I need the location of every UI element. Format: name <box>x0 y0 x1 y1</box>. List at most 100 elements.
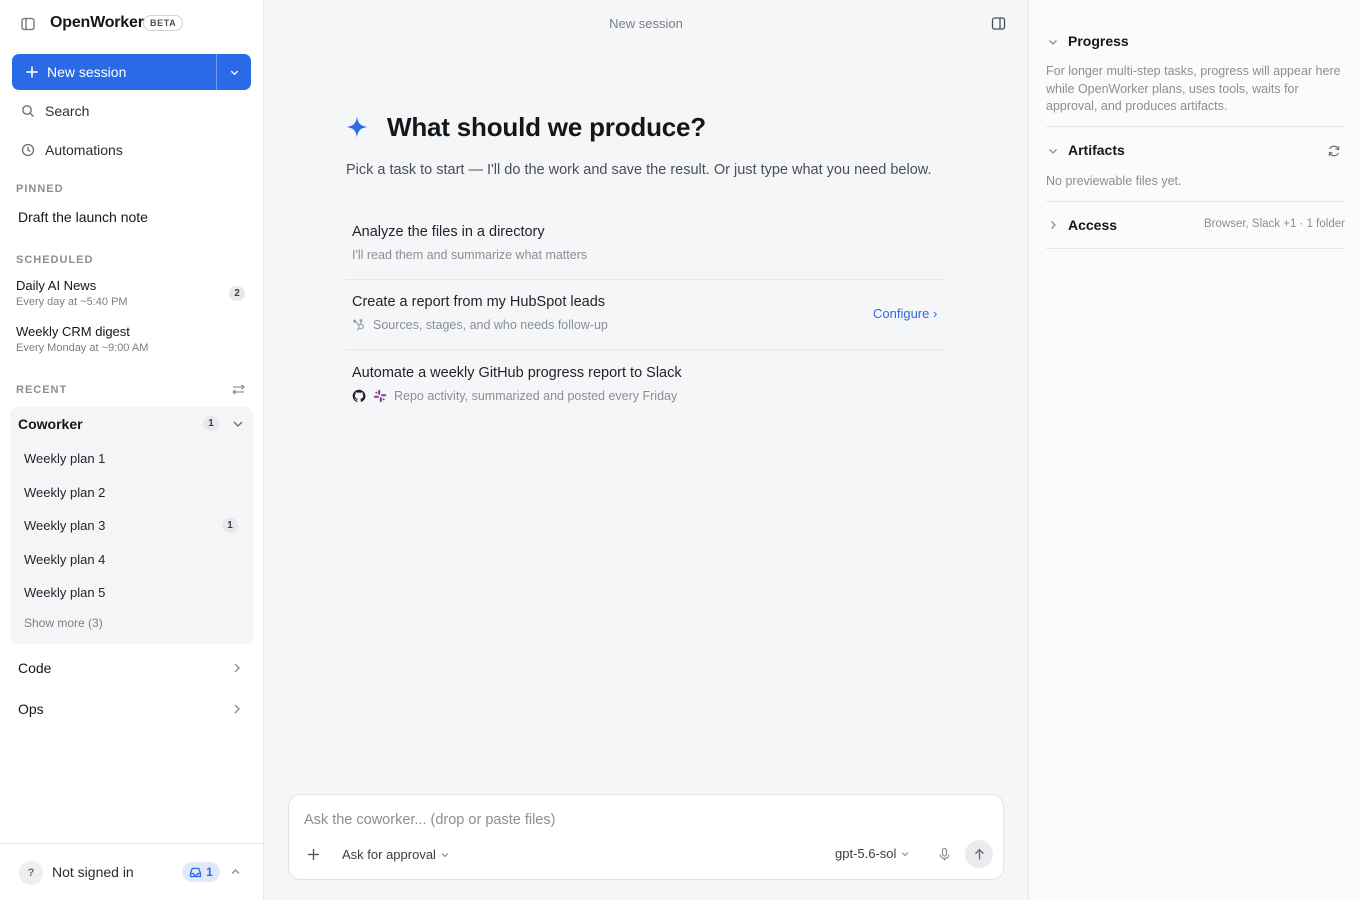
automations-nav[interactable]: Automations <box>12 135 251 165</box>
recent-item[interactable]: Weekly plan 1 <box>24 451 105 466</box>
add-attachment-icon[interactable] <box>306 847 321 862</box>
artifacts-empty-message: No previewable files yet. <box>1046 174 1182 188</box>
new-session-dropdown[interactable] <box>217 54 251 90</box>
filter-icon[interactable] <box>232 383 245 396</box>
task-suggestion[interactable]: Automate a weekly GitHub progress report… <box>346 351 946 413</box>
chevron-down-icon[interactable] <box>231 417 245 431</box>
hero-title: What should we produce? <box>387 112 706 142</box>
divider <box>1046 201 1345 202</box>
show-more-link[interactable]: Show more (3) <box>24 616 103 630</box>
chevron-right-icon <box>234 704 240 714</box>
send-button[interactable] <box>965 840 993 868</box>
hubspot-icon <box>352 319 364 331</box>
new-session-label: New session <box>47 64 127 80</box>
pinned-item[interactable]: Draft the launch note <box>18 209 148 225</box>
arrow-up-icon <box>974 848 984 859</box>
scheduled-schedule: Every day at ~5:40 PM <box>16 296 128 308</box>
chevron-down-icon[interactable] <box>1047 145 1059 157</box>
app-name: OpenWorker <box>50 14 144 31</box>
approval-mode-label: Ask for approval <box>342 847 436 862</box>
scheduled-schedule: Every Monday at ~9:00 AM <box>16 342 149 354</box>
new-session-button[interactable]: New session <box>12 54 217 90</box>
model-label: gpt-5.6-sol <box>835 846 897 861</box>
group-title: Code <box>18 660 52 676</box>
divider <box>1046 248 1345 249</box>
count-badge: 2 <box>229 286 245 301</box>
divider <box>1046 126 1345 127</box>
sparkle-icon <box>346 116 368 138</box>
search-icon <box>22 105 34 117</box>
sidebar-footer: ? Not signed in 1 <box>0 843 263 900</box>
chevron-right-icon <box>1051 221 1056 229</box>
task-suggestion[interactable]: Create a report from my HubSpot leads So… <box>346 280 946 350</box>
recent-item[interactable]: Weekly plan 3 <box>24 518 105 533</box>
inbox-count: 1 <box>206 865 213 879</box>
scheduled-heading: SCHEDULED <box>16 254 94 266</box>
github-icon <box>352 389 366 402</box>
task-title: Create a report from my HubSpot leads <box>352 294 606 310</box>
automations-label: Automations <box>45 142 123 158</box>
task-subtitle-text: Sources, stages, and who needs follow-up <box>373 318 608 332</box>
beta-badge: BETA <box>143 15 184 31</box>
account-status[interactable]: Not signed in <box>52 864 134 880</box>
count-badge: 1 <box>222 518 238 533</box>
chevron-up-icon[interactable] <box>229 865 242 878</box>
microphone-icon[interactable] <box>937 847 952 862</box>
inbox-button[interactable]: 1 <box>182 862 220 882</box>
task-subtitle: I'll read them and summarize what matter… <box>352 248 587 262</box>
task-suggestion[interactable]: Analyze the files in a directory I'll re… <box>346 210 946 280</box>
search-nav[interactable]: Search <box>12 96 251 126</box>
scheduled-item-weekly-crm-digest[interactable]: Weekly CRM digest Every Monday at ~9:00 … <box>16 324 248 354</box>
group-title: Ops <box>18 701 44 717</box>
chevron-down-icon[interactable] <box>1047 36 1059 48</box>
chevron-down-icon <box>901 851 909 856</box>
task-title: Analyze the files in a directory <box>352 224 545 240</box>
recent-group-ops[interactable]: Ops <box>10 693 253 725</box>
help-icon[interactable]: ? <box>19 861 43 885</box>
access-title: Access <box>1068 217 1118 233</box>
message-input[interactable]: Ask the coworker... (drop or paste files… <box>304 812 555 828</box>
task-subtitle-text: I'll read them and summarize what matter… <box>352 248 588 262</box>
session-title: New session <box>609 16 683 31</box>
model-select[interactable]: gpt-5.6-sol <box>835 846 910 861</box>
artifacts-title[interactable]: Artifacts <box>1068 142 1125 158</box>
hero-subtitle: Pick a task to start — I'll do the work … <box>346 162 932 178</box>
sidebar-header: OpenWorker BETA <box>0 0 263 48</box>
count-badge: 1 <box>203 416 219 431</box>
pinned-heading: PINNED <box>16 183 64 195</box>
recent-group-coworker: Coworker 1 Weekly plan 1 Weekly plan 2 W… <box>10 407 253 644</box>
main-area: New session What should we produce? Pick… <box>264 0 1028 900</box>
refresh-icon[interactable] <box>1327 144 1341 158</box>
recent-group-code[interactable]: Code <box>10 652 253 684</box>
search-label: Search <box>45 103 90 119</box>
recent-heading: RECENT <box>16 384 68 396</box>
scheduled-item-daily-ai-news[interactable]: Daily AI News Every day at ~5:40 PM 2 <box>16 278 248 308</box>
clock-icon <box>21 143 35 157</box>
progress-title[interactable]: Progress <box>1068 33 1129 49</box>
composer: Ask the coworker... (drop or paste files… <box>288 794 1004 880</box>
divider <box>346 349 946 350</box>
chevron-down-icon <box>230 70 238 75</box>
approval-mode-select[interactable]: Ask for approval <box>342 847 450 862</box>
panel-toggle-icon[interactable] <box>991 16 1006 31</box>
plus-icon <box>26 66 38 78</box>
task-title: Automate a weekly GitHub progress report… <box>352 365 682 381</box>
configure-link[interactable]: Configure › <box>873 306 937 321</box>
progress-description: For longer multi-step tasks, progress wi… <box>1046 64 1341 113</box>
chevron-right-icon <box>234 663 240 673</box>
group-title[interactable]: Coworker <box>18 416 83 432</box>
recent-item[interactable]: Weekly plan 2 <box>24 485 105 500</box>
access-summary: Browser, Slack +1 · 1 folder <box>1204 218 1345 230</box>
task-subtitle: Sources, stages, and who needs follow-up <box>352 318 608 332</box>
scheduled-title: Weekly CRM digest <box>16 324 130 339</box>
inbox-icon <box>190 867 202 877</box>
artifacts-section: Artifacts No previewable files yet. <box>1046 139 1345 202</box>
access-section[interactable]: Access Browser, Slack +1 · 1 folder <box>1046 214 1345 249</box>
task-subtitle-text: Repo activity, summarized and posted eve… <box>394 389 678 403</box>
sidebar-toggle-icon[interactable] <box>20 16 36 32</box>
chevron-down-icon <box>441 852 449 857</box>
recent-item[interactable]: Weekly plan 4 <box>24 552 105 567</box>
slack-icon <box>373 389 387 403</box>
new-session-button-group: New session <box>12 54 251 90</box>
recent-item[interactable]: Weekly plan 5 <box>24 585 105 600</box>
